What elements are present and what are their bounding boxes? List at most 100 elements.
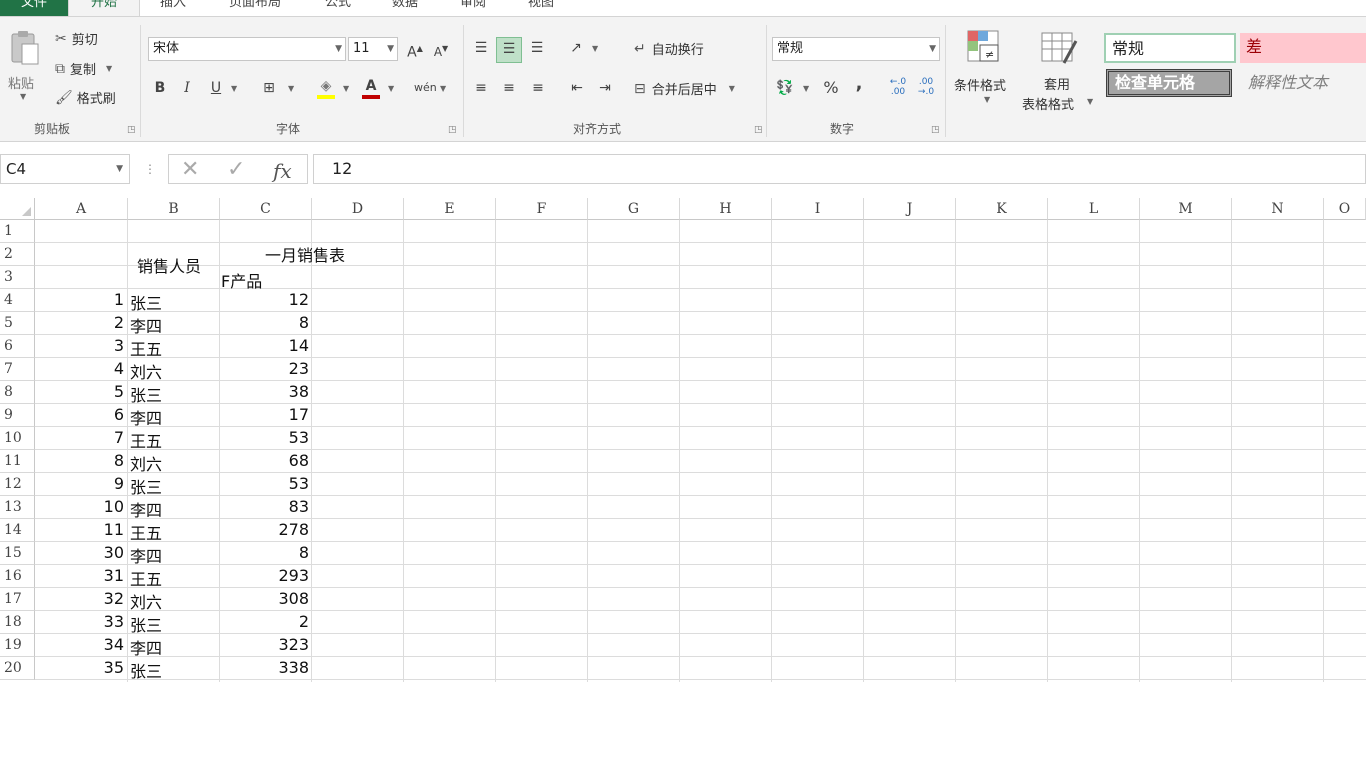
number-launcher-icon[interactable]: ◳ [931, 125, 940, 135]
column-header-h[interactable]: H [680, 198, 772, 220]
tab-view[interactable]: 视图 [518, 0, 564, 16]
cell-c[interactable]: 53 [220, 428, 309, 447]
italic-button[interactable]: I [176, 77, 198, 99]
increase-decimal-button[interactable]: ←.0 .00 [886, 77, 910, 99]
row-header-15[interactable]: 15 [0, 542, 35, 565]
cell-a[interactable]: 10 [35, 497, 124, 516]
cell-c[interactable]: 17 [220, 405, 309, 424]
cell-c[interactable]: 23 [220, 359, 309, 378]
accounting-dropdown-icon[interactable]: ▼ [803, 84, 809, 93]
comma-button[interactable]: , [848, 73, 870, 95]
row-header-20[interactable]: 20 [0, 657, 35, 680]
cell-b[interactable]: 刘六 [130, 451, 162, 475]
row-header-11[interactable]: 11 [0, 450, 35, 473]
column-header-m[interactable]: M [1140, 198, 1232, 220]
increase-indent-button[interactable]: ⇥ [594, 77, 616, 99]
cell-a[interactable]: 1 [35, 290, 124, 309]
decrease-decimal-button[interactable]: .00 →.0 [914, 77, 938, 99]
font-size-dropdown[interactable]: 11 ▼ [348, 37, 398, 61]
tab-review[interactable]: 审阅 [450, 0, 496, 16]
cell-b[interactable]: 李四 [130, 405, 162, 429]
cell-a[interactable]: 7 [35, 428, 124, 447]
drag-handle-icon[interactable]: ⋮ [144, 162, 156, 176]
column-header-j[interactable]: J [864, 198, 956, 220]
align-right-button[interactable]: ≡ [527, 77, 549, 99]
column-header-d[interactable]: D [312, 198, 404, 220]
shrink-font-button[interactable]: A▼ [430, 38, 452, 60]
cell-b[interactable]: 王五 [130, 336, 162, 360]
row-header-8[interactable]: 8 [0, 381, 35, 404]
style-normal[interactable]: 常规 [1104, 33, 1236, 63]
row-header-12[interactable]: 12 [0, 473, 35, 496]
wrap-text-button[interactable]: ↵ 自动换行 [634, 39, 704, 59]
cell-a[interactable]: 11 [35, 520, 124, 539]
row-header-2[interactable]: 2 [0, 243, 35, 266]
accounting-format-button[interactable]: 💱 [774, 77, 796, 99]
cell-a[interactable]: 4 [35, 359, 124, 378]
border-dropdown-icon[interactable]: ▼ [288, 84, 294, 93]
fill-color-button[interactable]: ◈ [315, 75, 337, 99]
style-check-cell[interactable]: 检查单元格 [1106, 69, 1232, 97]
font-color-dropdown-icon[interactable]: ▼ [388, 84, 394, 93]
tab-file[interactable]: 文件 [0, 0, 68, 16]
row-header-4[interactable]: 4 [0, 289, 35, 312]
cell-b[interactable]: 李四 [130, 313, 162, 337]
format-as-table-icon[interactable] [1040, 29, 1080, 69]
select-all-button[interactable] [0, 198, 35, 220]
cell-a[interactable]: 31 [35, 566, 124, 585]
cell-c[interactable]: 38 [220, 382, 309, 401]
cell-c[interactable]: 8 [220, 313, 309, 332]
column-header-l[interactable]: L [1048, 198, 1140, 220]
alignment-launcher-icon[interactable]: ◳ [754, 125, 763, 135]
row-header-10[interactable]: 10 [0, 427, 35, 450]
tab-formulas[interactable]: 公式 [315, 0, 361, 16]
row-header-14[interactable]: 14 [0, 519, 35, 542]
cell-C2[interactable]: 一月销售表 [265, 242, 345, 266]
cell-a[interactable]: 2 [35, 313, 124, 332]
underline-dropdown-icon[interactable]: ▼ [231, 84, 237, 93]
cell-b[interactable]: 王五 [130, 428, 162, 452]
cell-b[interactable]: 张三 [130, 382, 162, 406]
tab-data[interactable]: 数据 [382, 0, 428, 16]
cell-b[interactable]: 张三 [130, 612, 162, 636]
cell-c[interactable]: 323 [220, 635, 309, 654]
column-header-b[interactable]: B [128, 198, 220, 220]
conditional-formatting-button[interactable]: 条件格式 [954, 75, 1006, 94]
row-header-18[interactable]: 18 [0, 611, 35, 634]
tab-page-layout[interactable]: 页面布局 [218, 0, 292, 16]
row-header-7[interactable]: 7 [0, 358, 35, 381]
row-header-3[interactable]: 3 [0, 266, 35, 289]
align-top-button[interactable]: ☰ [470, 37, 492, 59]
paste-button[interactable]: 粘贴 [8, 73, 34, 92]
conditional-formatting-icon[interactable]: ≠ [966, 29, 1004, 69]
tab-home[interactable]: 开始 [68, 0, 140, 16]
font-launcher-icon[interactable]: ◳ [448, 125, 457, 135]
style-explanatory[interactable]: 解释性文本 [1242, 69, 1366, 99]
cell-b[interactable]: 王五 [130, 566, 162, 590]
underline-button[interactable]: U [205, 77, 227, 99]
cell-c[interactable]: 2 [220, 612, 309, 631]
merge-center-button[interactable]: ⊟ 合并后居中 ▼ [634, 79, 735, 99]
column-header-a[interactable]: A [35, 198, 128, 220]
cell-a[interactable]: 33 [35, 612, 124, 631]
font-name-dropdown[interactable]: 宋体 ▼ [148, 37, 346, 61]
column-header-c[interactable]: C [220, 198, 312, 220]
format-as-table-label-1[interactable]: 套用 [1044, 74, 1070, 93]
number-format-dropdown[interactable]: 常规 ▼ [772, 37, 940, 61]
phonetic-dropdown-icon[interactable]: ▼ [440, 84, 446, 93]
insert-function-icon[interactable]: fx [273, 159, 292, 183]
bold-button[interactable]: B [149, 77, 171, 99]
row-header-6[interactable]: 6 [0, 335, 35, 358]
row-header-5[interactable]: 5 [0, 312, 35, 335]
column-header-e[interactable]: E [404, 198, 496, 220]
column-header-o[interactable]: O [1324, 198, 1366, 220]
decrease-indent-button[interactable]: ⇤ [566, 77, 588, 99]
row-header-9[interactable]: 9 [0, 404, 35, 427]
align-center-button[interactable]: ≡ [498, 77, 520, 99]
column-header-n[interactable]: N [1232, 198, 1324, 220]
cell-a[interactable]: 30 [35, 543, 124, 562]
column-header-k[interactable]: K [956, 198, 1048, 220]
cell-b[interactable]: 张三 [130, 474, 162, 498]
align-bottom-button[interactable]: ☰ [526, 37, 548, 59]
cell-a[interactable]: 3 [35, 336, 124, 355]
